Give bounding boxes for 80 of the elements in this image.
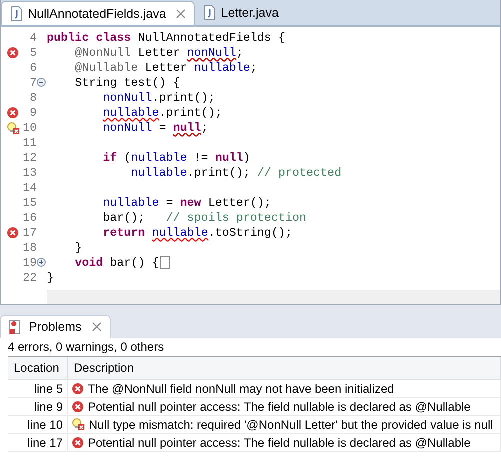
code-comment: // protected xyxy=(257,166,342,180)
java-file-icon xyxy=(10,6,24,22)
problem-description: Null type mismatch: required '@NonNull Letter' but the provided value is null xyxy=(89,418,494,432)
problem-description: Potential null pointer access: The field nullable is declared as @Nullable xyxy=(88,436,471,450)
code-text: != xyxy=(194,150,210,164)
table-cell: line 17 xyxy=(8,434,68,452)
code-text: ; xyxy=(250,60,258,74)
code-text: .print(); xyxy=(159,106,222,120)
line-number: 4 xyxy=(30,30,37,44)
line-number: 13 xyxy=(22,166,37,180)
editor-tab[interactable]: NullAnnotatedFields.java xyxy=(1,1,196,25)
code-text: nonNull xyxy=(103,90,152,104)
line-number: 11 xyxy=(22,136,37,150)
code-text: new xyxy=(180,196,202,210)
editor-tab[interactable]: Letter.java xyxy=(195,1,287,25)
code-text: } xyxy=(75,240,82,254)
problem-description: Potential null pointer access: The field nullable is declared as @Nullable xyxy=(88,400,471,414)
code-text: bar(); xyxy=(103,210,146,224)
code-text: Letter xyxy=(145,60,188,74)
table-cell: line 10 xyxy=(8,416,68,434)
code-text: if xyxy=(103,150,118,164)
code-text: nullable xyxy=(131,150,188,164)
close-icon[interactable] xyxy=(92,322,102,332)
code-text: null xyxy=(173,120,202,134)
code-text: Letter(); xyxy=(208,196,272,210)
code-text: .print(); xyxy=(152,90,216,104)
code-text: = xyxy=(159,120,168,134)
close-icon[interactable] xyxy=(176,8,186,18)
code-text: Letter xyxy=(138,46,182,60)
line-number: 12 xyxy=(22,150,37,164)
code-text: return xyxy=(103,226,146,240)
code-text: public class xyxy=(47,30,132,44)
column-header[interactable]: Location xyxy=(8,357,68,380)
expand-icon[interactable] xyxy=(37,258,46,267)
line-number: 8 xyxy=(30,90,37,104)
line-number: 18 xyxy=(22,240,37,254)
line-number: 9 xyxy=(30,106,37,120)
line-number: 5 xyxy=(30,46,37,60)
code-text: ( xyxy=(124,150,132,164)
code-text: nullable xyxy=(152,226,208,240)
code-text: @NonNull xyxy=(75,46,132,60)
line-number: 6 xyxy=(30,60,37,74)
code-text: = xyxy=(166,196,174,210)
code-comment: // spoils protection xyxy=(166,210,307,224)
problems-tab[interactable]: Problems xyxy=(0,315,111,338)
code-text: nullable xyxy=(103,196,160,210)
line-number: 10 xyxy=(22,120,37,134)
code-text: String test() { xyxy=(75,76,180,90)
column-header[interactable]: Description xyxy=(68,357,501,380)
collapse-icon[interactable] xyxy=(37,78,46,87)
folded-code-icon[interactable] xyxy=(160,256,170,269)
code-text: ) xyxy=(243,150,250,164)
code-text: bar() { xyxy=(110,256,160,270)
code-text: nullable xyxy=(131,166,188,180)
line-number: 15 xyxy=(22,196,37,210)
line-number: 22 xyxy=(22,270,37,284)
code-text: ; xyxy=(236,46,244,60)
code-text: ; xyxy=(201,120,208,134)
code-text: @Nullable xyxy=(75,60,138,74)
line-number: 17 xyxy=(22,226,37,240)
code-text: nullable xyxy=(194,60,250,74)
code-text: } xyxy=(47,270,54,284)
line-number: 19 xyxy=(22,256,37,270)
code-text: null xyxy=(215,150,244,164)
code-text: nonNull xyxy=(187,46,236,60)
code-text: .print(); xyxy=(187,166,252,180)
line-number: 16 xyxy=(22,210,37,224)
line-number: 7 xyxy=(30,76,37,90)
table-cell: line 9 xyxy=(8,398,68,416)
line-number: 14 xyxy=(22,180,37,194)
code-text: NullAnnotatedFields { xyxy=(138,30,286,44)
horizontal-scrollbar[interactable] xyxy=(47,290,500,304)
problem-description: The @NonNull field nonNull may not have been initialized xyxy=(88,382,394,396)
code-text: void xyxy=(75,256,104,270)
code-text: .toString(); xyxy=(208,226,292,240)
code-text: nullable xyxy=(103,106,160,120)
table-cell: line 5 xyxy=(8,380,68,398)
code-text: nonNull xyxy=(103,120,152,134)
java-file-icon xyxy=(203,5,218,21)
problems-icon xyxy=(9,320,23,334)
